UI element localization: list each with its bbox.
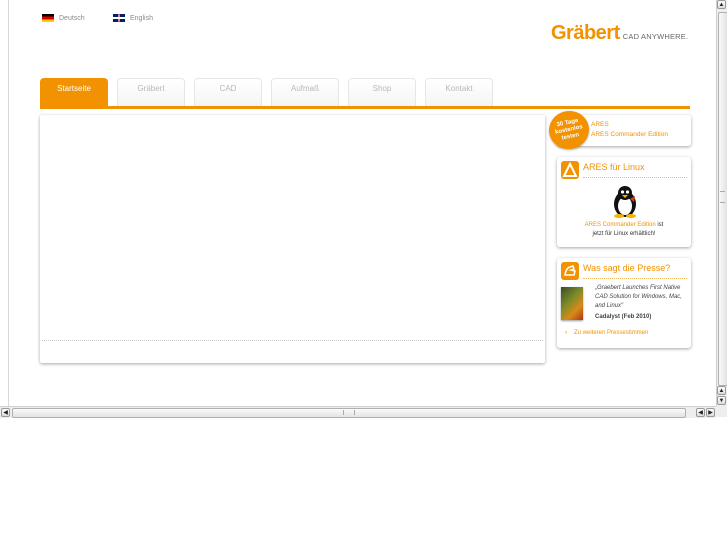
vertical-scrollbar[interactable]: ▲ ▲ ▼ bbox=[716, 0, 727, 406]
uk-flag-icon bbox=[113, 14, 125, 22]
linux-availability-text: ARES Commander Edition ist jetzt für Lin… bbox=[584, 222, 664, 237]
tux-penguin-icon bbox=[614, 186, 636, 218]
ares-link[interactable]: ARES bbox=[591, 120, 668, 130]
tab-aufmass[interactable]: Aufmaß bbox=[271, 78, 339, 107]
tab-cad[interactable]: CAD bbox=[194, 78, 262, 107]
tab-kontakt[interactable]: Kontakt bbox=[425, 78, 493, 107]
grip-icon bbox=[720, 191, 725, 203]
scroll-right-icon[interactable]: ▶ bbox=[706, 408, 715, 417]
box-title: ARES für Linux bbox=[583, 162, 645, 172]
language-deutsch[interactable]: Deutsch bbox=[42, 14, 85, 22]
chevron-right-icon: › bbox=[565, 330, 567, 336]
nav-underline bbox=[40, 106, 690, 109]
germany-flag-icon bbox=[42, 14, 54, 22]
grip-icon bbox=[343, 410, 355, 415]
logo-tagline: CAD ANYWHERE. bbox=[622, 32, 689, 41]
language-label: English bbox=[130, 14, 153, 22]
tab-startseite[interactable]: Startseite bbox=[40, 78, 108, 108]
ares-commander-link[interactable]: ARES Commander Edition bbox=[585, 222, 656, 228]
dotted-divider bbox=[42, 340, 543, 341]
scroll-up-icon[interactable]: ▲ bbox=[717, 386, 726, 395]
scroll-left-icon[interactable]: ◀ bbox=[696, 408, 705, 417]
scroll-up-icon[interactable]: ▲ bbox=[717, 0, 726, 9]
dotted-divider bbox=[583, 278, 687, 279]
ares-linux-box: ARES für Linux ARES Commander Edition is… bbox=[557, 157, 691, 247]
graebert-logo[interactable]: Gräbert CAD ANYWHERE. bbox=[551, 22, 688, 45]
more-press-link[interactable]: › Zu weiteren Pressestimmen bbox=[565, 330, 648, 336]
press-quote: „Graebert Launches First Native CAD Solu… bbox=[595, 285, 682, 309]
press-source: Cadalyst (Feb 2010) bbox=[595, 314, 652, 320]
horizontal-scrollbar[interactable]: ◀ ◀ ▶ bbox=[0, 406, 716, 418]
logo-brand: Gräbert bbox=[551, 22, 620, 44]
language-label: Deutsch bbox=[59, 14, 85, 22]
tab-graebert[interactable]: Gräbert bbox=[117, 78, 185, 107]
scroll-left-icon[interactable]: ◀ bbox=[1, 408, 10, 417]
dotted-divider bbox=[583, 177, 687, 178]
box-title: Was sagt die Presse? bbox=[583, 263, 671, 273]
left-border-line bbox=[8, 0, 9, 406]
scrollbar-corner bbox=[716, 406, 727, 417]
vertical-scroll-thumb[interactable] bbox=[718, 12, 727, 386]
main-content-panel bbox=[40, 115, 545, 363]
magazine-cover-image bbox=[561, 287, 583, 320]
horizontal-scroll-thumb[interactable] bbox=[12, 408, 686, 418]
scroll-down-icon[interactable]: ▼ bbox=[717, 396, 726, 405]
press-hand-icon bbox=[561, 262, 579, 280]
ares-commander-link[interactable]: ARES Commander Edition bbox=[591, 130, 668, 140]
language-english[interactable]: English bbox=[113, 14, 153, 22]
ares-logo-icon bbox=[561, 161, 579, 179]
press-box: Was sagt die Presse? „Graebert Launches … bbox=[557, 258, 691, 348]
page-viewport: Deutsch English Gräbert CAD ANYWHERE. St… bbox=[0, 0, 716, 406]
tab-shop[interactable]: Shop bbox=[348, 78, 416, 107]
